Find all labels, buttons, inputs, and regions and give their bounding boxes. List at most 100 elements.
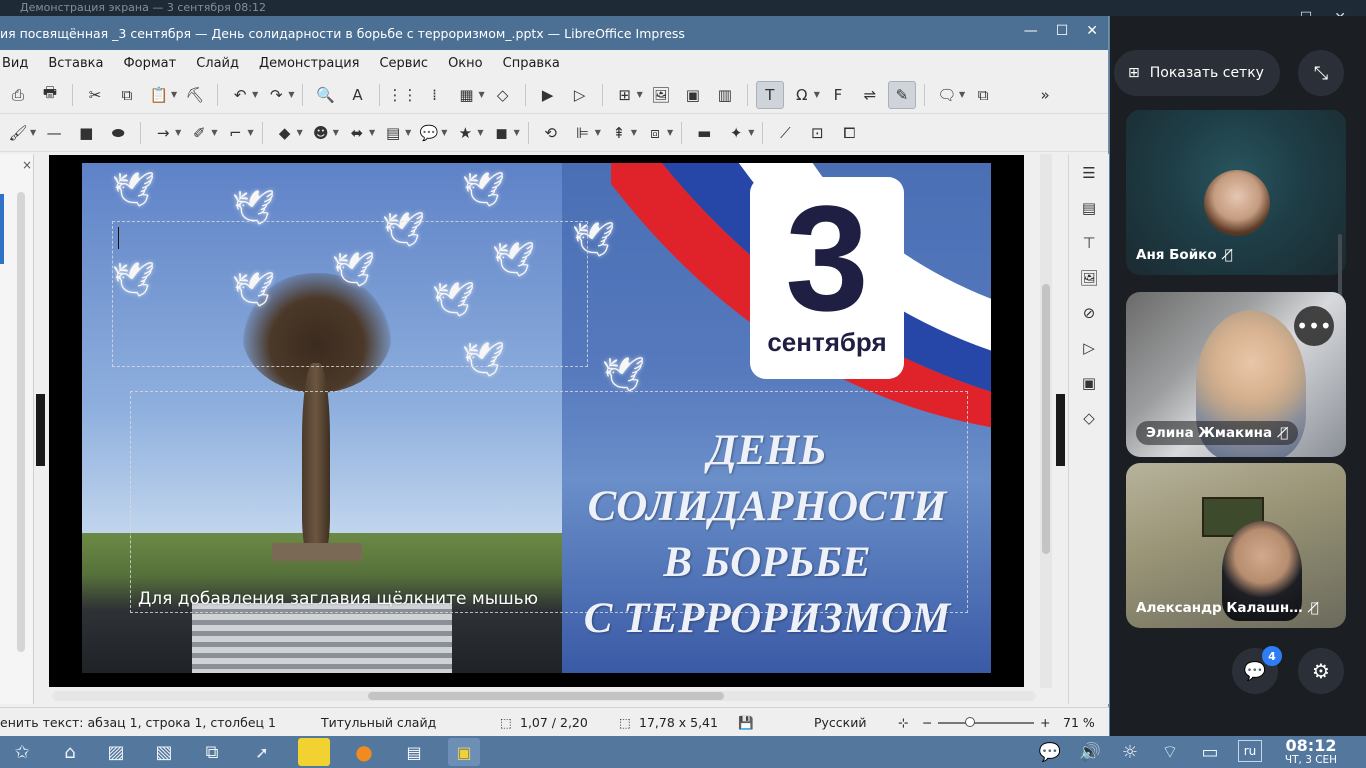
export-pdf-icon[interactable]: ⎙ (4, 81, 32, 109)
cut-icon[interactable]: ✂ (81, 81, 109, 109)
slide-pane-toggle[interactable] (36, 394, 45, 466)
fontwork-icon[interactable]: F (824, 81, 852, 109)
copy-icon[interactable]: ⧉ (113, 81, 141, 109)
display-views-icon[interactable]: ▦ (452, 81, 480, 109)
document-icon[interactable]: ▤ (398, 738, 430, 766)
save-status-icon[interactable]: 💾 (738, 715, 754, 731)
menu-slideshow[interactable]: Демонстрация (249, 56, 369, 71)
zoom-slider[interactable] (938, 722, 1034, 724)
draw-function-icon[interactable]: ✎ (887, 80, 916, 109)
lines-arrows-icon[interactable]: → (149, 119, 177, 147)
home-icon[interactable]: ⌂ (56, 739, 84, 765)
network-manager-icon[interactable]: ⧉ (198, 739, 226, 765)
glue-points-icon[interactable]: ⊡ (803, 119, 831, 147)
show-grid-button[interactable]: ⊞ Показать сетку (1114, 50, 1280, 96)
menu-slide[interactable]: Слайд (186, 56, 249, 71)
gallery-icon[interactable]: 🖼 (1074, 263, 1104, 293)
paste-icon[interactable]: 📋 (145, 81, 173, 109)
master-slide-icon[interactable]: ◇ (489, 81, 517, 109)
collapse-icon[interactable]: ⤡ (1298, 50, 1344, 96)
slide-transition-icon[interactable]: ⊤ (1074, 228, 1104, 258)
more-options-icon[interactable]: ••• (1294, 306, 1334, 346)
line-icon[interactable]: — (40, 119, 68, 147)
points-icon[interactable]: ⟋ (771, 119, 799, 147)
gallery-icon[interactable]: ▧ (150, 739, 178, 765)
start-menu-icon[interactable]: ✩ (8, 739, 36, 765)
redo-icon[interactable]: ↷ (262, 81, 290, 109)
menu-window[interactable]: Окно (438, 56, 493, 71)
start-current-slide-icon[interactable]: ▷ (566, 81, 594, 109)
shadow-icon[interactable]: ▬ (690, 119, 718, 147)
start-first-slide-icon[interactable]: ▶ (534, 81, 562, 109)
zoom-out-button[interactable]: − (922, 715, 932, 730)
clock[interactable]: 08:12 ЧТ, 3 СЕН (1276, 737, 1346, 767)
menu-view[interactable]: Вид (0, 56, 38, 71)
3d-objects-icon[interactable]: ◼ (488, 119, 516, 147)
launcher-icon[interactable]: ➚ (246, 738, 278, 766)
menu-tools[interactable]: Сервис (369, 56, 438, 71)
spelling-icon[interactable]: A (343, 81, 371, 109)
horizontal-scrollbar[interactable] (52, 691, 1036, 701)
brightness-icon[interactable]: ☼ (1116, 739, 1144, 765)
zoom-in-button[interactable]: + (1040, 715, 1050, 730)
ellipse-icon[interactable]: ⬬ (104, 119, 132, 147)
curves-icon[interactable]: ✐ (185, 119, 213, 147)
comment-icon[interactable]: 🗨 (933, 81, 961, 109)
sidebar-toggle[interactable] (1056, 394, 1065, 466)
filter-icon[interactable]: ✦ (722, 119, 750, 147)
close-button[interactable]: ✕ (1086, 23, 1098, 39)
arrange-icon[interactable]: ⇞ (605, 119, 633, 147)
menu-format[interactable]: Формат (113, 56, 186, 71)
photos-icon[interactable]: ▨ (102, 739, 130, 765)
participant-tile[interactable]: ••• Элина Жмакина 🎙̸ (1126, 292, 1346, 457)
wifi-icon[interactable]: ⌔ (1156, 739, 1184, 765)
rectangle-icon[interactable]: ■ (72, 119, 100, 147)
title-placeholder-frame[interactable] (112, 221, 588, 367)
slide-title[interactable]: ДЕНЬ СОЛИДАРНОСТИ В БОРЬБЕ С ТЕРРОРИЗМОМ (562, 423, 972, 647)
align-objects-icon[interactable]: ⊫ (569, 119, 597, 147)
toolbar-overflow-icon[interactable]: » (1031, 81, 1059, 109)
close-pane-icon[interactable]: × (22, 158, 32, 172)
connectors-icon[interactable]: ⌐ (221, 119, 249, 147)
minimize-button[interactable]: — (1024, 23, 1038, 39)
new-slide-icon[interactable]: ⧉ (969, 81, 997, 109)
media-icon[interactable]: ▣ (679, 81, 707, 109)
undo-icon[interactable]: ↶ (226, 81, 254, 109)
distribute-icon[interactable]: ⧈ (641, 119, 669, 147)
fill-color-icon[interactable]: 🖌 (4, 119, 32, 147)
menu-insert[interactable]: Вставка (38, 56, 113, 71)
vertical-scrollbar[interactable] (1040, 154, 1052, 688)
stars-icon[interactable]: ★ (451, 119, 479, 147)
participant-tile[interactable]: Александр Калашн… 🎙̸ (1126, 463, 1346, 628)
block-arrows-icon[interactable]: ⬌ (343, 119, 371, 147)
zoom-value[interactable]: 71 % (1063, 715, 1095, 730)
navigator-icon[interactable]: ⊘ (1074, 298, 1104, 328)
title-placeholder-text[interactable]: Для добавления заглавия щёлкните мышью (138, 589, 538, 609)
basic-shapes-icon[interactable]: ◆ (271, 119, 299, 147)
slide-pane-scrollbar[interactable] (17, 192, 25, 652)
text-box-icon[interactable]: T (755, 80, 784, 109)
find-icon[interactable]: 🔍 (311, 81, 339, 109)
keyboard-layout-indicator[interactable]: ru (1238, 740, 1262, 762)
clone-formatting-icon[interactable]: ⛏ (181, 81, 209, 109)
selected-slide-thumbnail[interactable] (0, 194, 4, 264)
settings-gear-icon[interactable]: ⚙ (1298, 648, 1344, 694)
styles-icon[interactable]: ◇ (1074, 403, 1104, 433)
callouts-icon[interactable]: 💬 (415, 119, 443, 147)
master-slides-icon[interactable]: ▣ (1074, 368, 1104, 398)
properties-icon[interactable]: ▤ (1074, 193, 1104, 223)
special-character-icon[interactable]: Ω (788, 81, 816, 109)
battery-icon[interactable]: ▭ (1196, 739, 1224, 765)
impress-icon[interactable]: ▣ (448, 738, 480, 766)
flowchart-icon[interactable]: ▤ (379, 119, 407, 147)
firefox-icon[interactable]: ● (348, 738, 380, 766)
menu-help[interactable]: Справка (493, 56, 570, 71)
animation-icon[interactable]: ▷ (1074, 333, 1104, 363)
image-icon[interactable]: 🖼 (647, 81, 675, 109)
status-language[interactable]: Русский (814, 715, 866, 730)
grid-icon[interactable]: ⋮⋮ (387, 81, 417, 109)
toggle-extrusion-icon[interactable]: ⧠ (835, 119, 863, 147)
table-icon[interactable]: ⊞ (611, 81, 639, 109)
zoom-slider-knob[interactable] (965, 717, 975, 727)
chat-tray-icon[interactable]: 💬 (1036, 739, 1064, 765)
